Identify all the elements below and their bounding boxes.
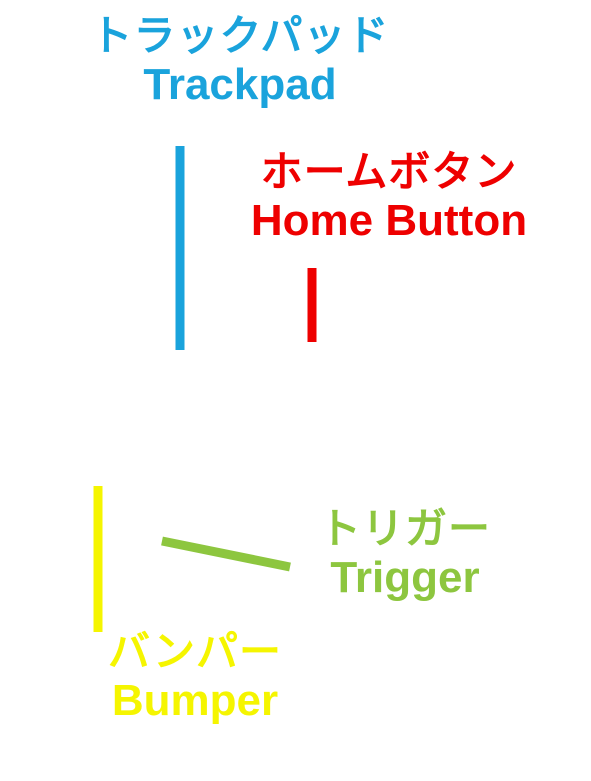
bumper-label: バンパー Bumper — [90, 627, 300, 727]
home-button-label-jp: ホームボタン — [260, 147, 518, 196]
trigger-label: トリガー Trigger — [300, 504, 510, 604]
trackpad-label-jp: トラックパッド — [90, 11, 390, 60]
trackpad-label-en: Trackpad — [143, 60, 337, 110]
bumper-label-jp: バンパー — [107, 627, 283, 676]
trackpad-label: トラックパッド Trackpad — [60, 11, 420, 111]
trigger-label-en: Trigger — [330, 553, 480, 603]
home-button-label-en: Home Button — [250, 196, 528, 246]
bumper-label-en: Bumper — [111, 676, 279, 726]
home-button-label: ホームボタン Home Button — [228, 147, 550, 247]
trigger-label-jp: トリガー — [318, 504, 491, 553]
trigger-leader-line — [161, 536, 291, 572]
